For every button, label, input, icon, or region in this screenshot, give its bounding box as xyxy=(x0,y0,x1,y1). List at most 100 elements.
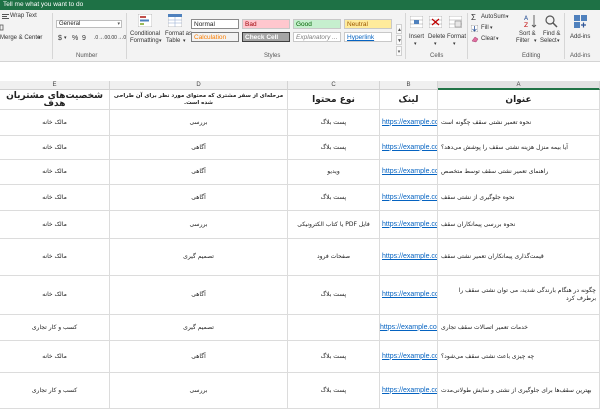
tell-me-bar[interactable]: Tell me what you want to do xyxy=(0,0,600,10)
column-header-c[interactable]: C xyxy=(288,81,380,90)
style-hyperlink[interactable]: Hyperlink xyxy=(344,32,392,42)
header-title[interactable]: عنوان xyxy=(438,90,600,110)
cell-content-type[interactable]: پست بلاگ xyxy=(288,276,380,315)
cell-title[interactable]: چگونه در هنگام بارندگی شدید، می توان نشت… xyxy=(438,276,600,315)
fill-button[interactable]: Fill xyxy=(481,25,489,31)
cell-title[interactable]: چه چیزی باعث نشتی سقف می‌شود؟ xyxy=(438,341,600,373)
style-good[interactable]: Good xyxy=(293,19,341,29)
style-check-cell[interactable]: Check Cell xyxy=(242,32,290,42)
cell-persona[interactable]: مالک خانه xyxy=(0,136,110,160)
format-as-table-button-line2[interactable]: Table xyxy=(166,38,180,44)
currency-dropdown-icon[interactable]: ▾ xyxy=(64,35,67,41)
cell-title[interactable]: آیا بیمه منزل هزینه نشتی سقف را پوشش می‌… xyxy=(438,136,600,160)
cell-persona[interactable]: کسب و کار تجاری xyxy=(0,373,110,409)
merge-dropdown-icon[interactable]: ▾ xyxy=(38,35,41,41)
chevron-up-icon[interactable]: ▲ xyxy=(396,24,402,34)
cell-content-type[interactable] xyxy=(288,315,380,341)
cell-title[interactable]: بهترین سقف‌ها برای جلوگیری از نشتی و سای… xyxy=(438,373,600,409)
number-format-dropdown[interactable]: General ▾ xyxy=(56,20,122,28)
cell-persona[interactable]: کسب و کار تجاری xyxy=(0,315,110,341)
style-normal[interactable]: Normal xyxy=(191,19,239,29)
cell-persona[interactable]: مالک خانه xyxy=(0,276,110,315)
column-header-b[interactable]: B xyxy=(380,81,438,90)
insert-button[interactable]: Insert xyxy=(409,34,424,40)
currency-format-button[interactable]: $ xyxy=(58,35,62,42)
percent-format-button[interactable]: % xyxy=(72,35,78,42)
increase-decimal-button[interactable]: .0→.00 xyxy=(94,35,110,41)
format-as-table-button[interactable]: Format as xyxy=(165,31,192,37)
column-header-e[interactable]: E xyxy=(0,81,110,90)
cell-content-type[interactable]: فایل PDF یا کتاب الکترونیکی xyxy=(288,211,380,239)
cell-journey-stage[interactable]: آگاهی xyxy=(110,136,288,160)
cell-content-type[interactable]: پست بلاگ xyxy=(288,110,380,136)
cell-content-type[interactable]: ویدیو xyxy=(288,160,380,185)
cell-link[interactable]: https://example.com xyxy=(380,373,438,409)
delete-button[interactable]: Delete xyxy=(428,34,445,40)
cell-persona[interactable]: مالک خانه xyxy=(0,185,110,211)
style-bad[interactable]: Bad xyxy=(242,19,290,29)
decrease-decimal-button[interactable]: .00→.0 xyxy=(110,35,126,41)
cell-link[interactable]: https://example.com xyxy=(380,211,438,239)
sort-filter-button[interactable]: Sort & xyxy=(519,31,536,37)
header-content-type[interactable]: نوع محتوا xyxy=(288,90,380,110)
find-select-button-line2[interactable]: Select xyxy=(540,38,557,44)
column-header-a[interactable]: A xyxy=(438,81,600,90)
cell-link[interactable]: https://example.com xyxy=(380,341,438,373)
header-personas[interactable]: شخصیت‌های مشتریان هدف xyxy=(0,90,110,110)
cell-journey-stage[interactable]: بررسی xyxy=(110,373,288,409)
column-header-d[interactable]: D xyxy=(110,81,288,90)
find-select-button[interactable]: Find & xyxy=(543,31,560,37)
cell-persona[interactable]: مالک خانه xyxy=(0,341,110,373)
cell-link[interactable]: https://example.com xyxy=(380,239,438,276)
cell-content-type[interactable]: پست بلاگ xyxy=(288,341,380,373)
cell-content-type[interactable]: صفحات فرود xyxy=(288,239,380,276)
header-journey-stage[interactable]: مرحله‌ای از سفر مشتری که محتوای مورد نظر… xyxy=(110,90,288,110)
cell-title[interactable]: نحوه بررسی پیمانکاران سقف xyxy=(438,211,600,239)
cell-title[interactable]: نحوه جلوگیری از نشتی سقف xyxy=(438,185,600,211)
add-ins-button[interactable]: Add-ins xyxy=(570,34,590,40)
styles-gallery-scroll[interactable]: ▲ ▼ ▾ xyxy=(396,24,402,56)
header-link[interactable]: لینک xyxy=(380,90,438,110)
style-neutral[interactable]: Neutral xyxy=(344,19,392,29)
cell-persona[interactable]: مالک خانه xyxy=(0,239,110,276)
cell-link[interactable]: https://example.com xyxy=(380,315,438,341)
format-button[interactable]: Format xyxy=(447,34,466,40)
cell-title[interactable]: خدمات تعمیر اتصالات سقف تجاری xyxy=(438,315,600,341)
cell-title[interactable]: قیمت‌گذاری پیمانکاران تعمیر نشتی سقف xyxy=(438,239,600,276)
style-explanatory-label: Explanatory ... xyxy=(296,34,338,41)
style-calculation[interactable]: Calculation xyxy=(191,32,239,42)
eraser-icon xyxy=(471,36,479,45)
cell-journey-stage[interactable]: آگاهی xyxy=(110,341,288,373)
cell-content-type[interactable]: پست بلاگ xyxy=(288,185,380,211)
cell-link[interactable]: https://example.com xyxy=(380,136,438,160)
cell-link[interactable]: https://example.com xyxy=(380,276,438,315)
cell-journey-stage[interactable]: تصمیم گیری xyxy=(110,315,288,341)
cell-link[interactable]: https://example.com xyxy=(380,110,438,136)
cell-persona[interactable]: مالک خانه xyxy=(0,160,110,185)
cell-journey-stage[interactable]: بررسی xyxy=(110,211,288,239)
cell-content-type[interactable]: پست بلاگ xyxy=(288,136,380,160)
cell-journey-stage[interactable]: آگاهی xyxy=(110,160,288,185)
cell-link[interactable]: https://example.com xyxy=(380,160,438,185)
conditional-formatting-button[interactable]: Conditional xyxy=(130,31,160,37)
cell-persona[interactable]: مالک خانه xyxy=(0,110,110,136)
cell-link[interactable]: https://example.com xyxy=(380,185,438,211)
sort-filter-button-line2[interactable]: Filter xyxy=(516,38,529,44)
cell-journey-stage[interactable]: آگاهی xyxy=(110,276,288,315)
autosum-button[interactable]: AutoSum xyxy=(481,14,506,20)
cell-title[interactable]: نحوه تعمیر نشتی سقف چگونه است xyxy=(438,110,600,136)
merge-center-button[interactable]: Merge & Center xyxy=(0,35,42,41)
cell-persona[interactable]: مالک خانه xyxy=(0,211,110,239)
cell-content-type[interactable]: پست بلاگ xyxy=(288,373,380,409)
chevron-down-icon[interactable]: ▼ xyxy=(396,35,402,45)
cell-journey-stage[interactable]: آگاهی xyxy=(110,185,288,211)
style-explanatory[interactable]: Explanatory ... xyxy=(293,32,341,42)
conditional-formatting-button-line2[interactable]: Formatting xyxy=(130,38,159,44)
clear-button[interactable]: Clear xyxy=(481,36,495,42)
cell-journey-stage[interactable]: بررسی xyxy=(110,110,288,136)
cell-journey-stage[interactable]: تصمیم گیری xyxy=(110,239,288,276)
cell-title[interactable]: راهنمای تعمیر نشتی سقف توسط متخصص xyxy=(438,160,600,185)
comma-style-button[interactable]: 9 xyxy=(82,35,86,42)
wrap-text-button[interactable]: Wrap Text xyxy=(10,13,37,19)
more-styles-icon[interactable]: ▾ xyxy=(396,46,402,56)
